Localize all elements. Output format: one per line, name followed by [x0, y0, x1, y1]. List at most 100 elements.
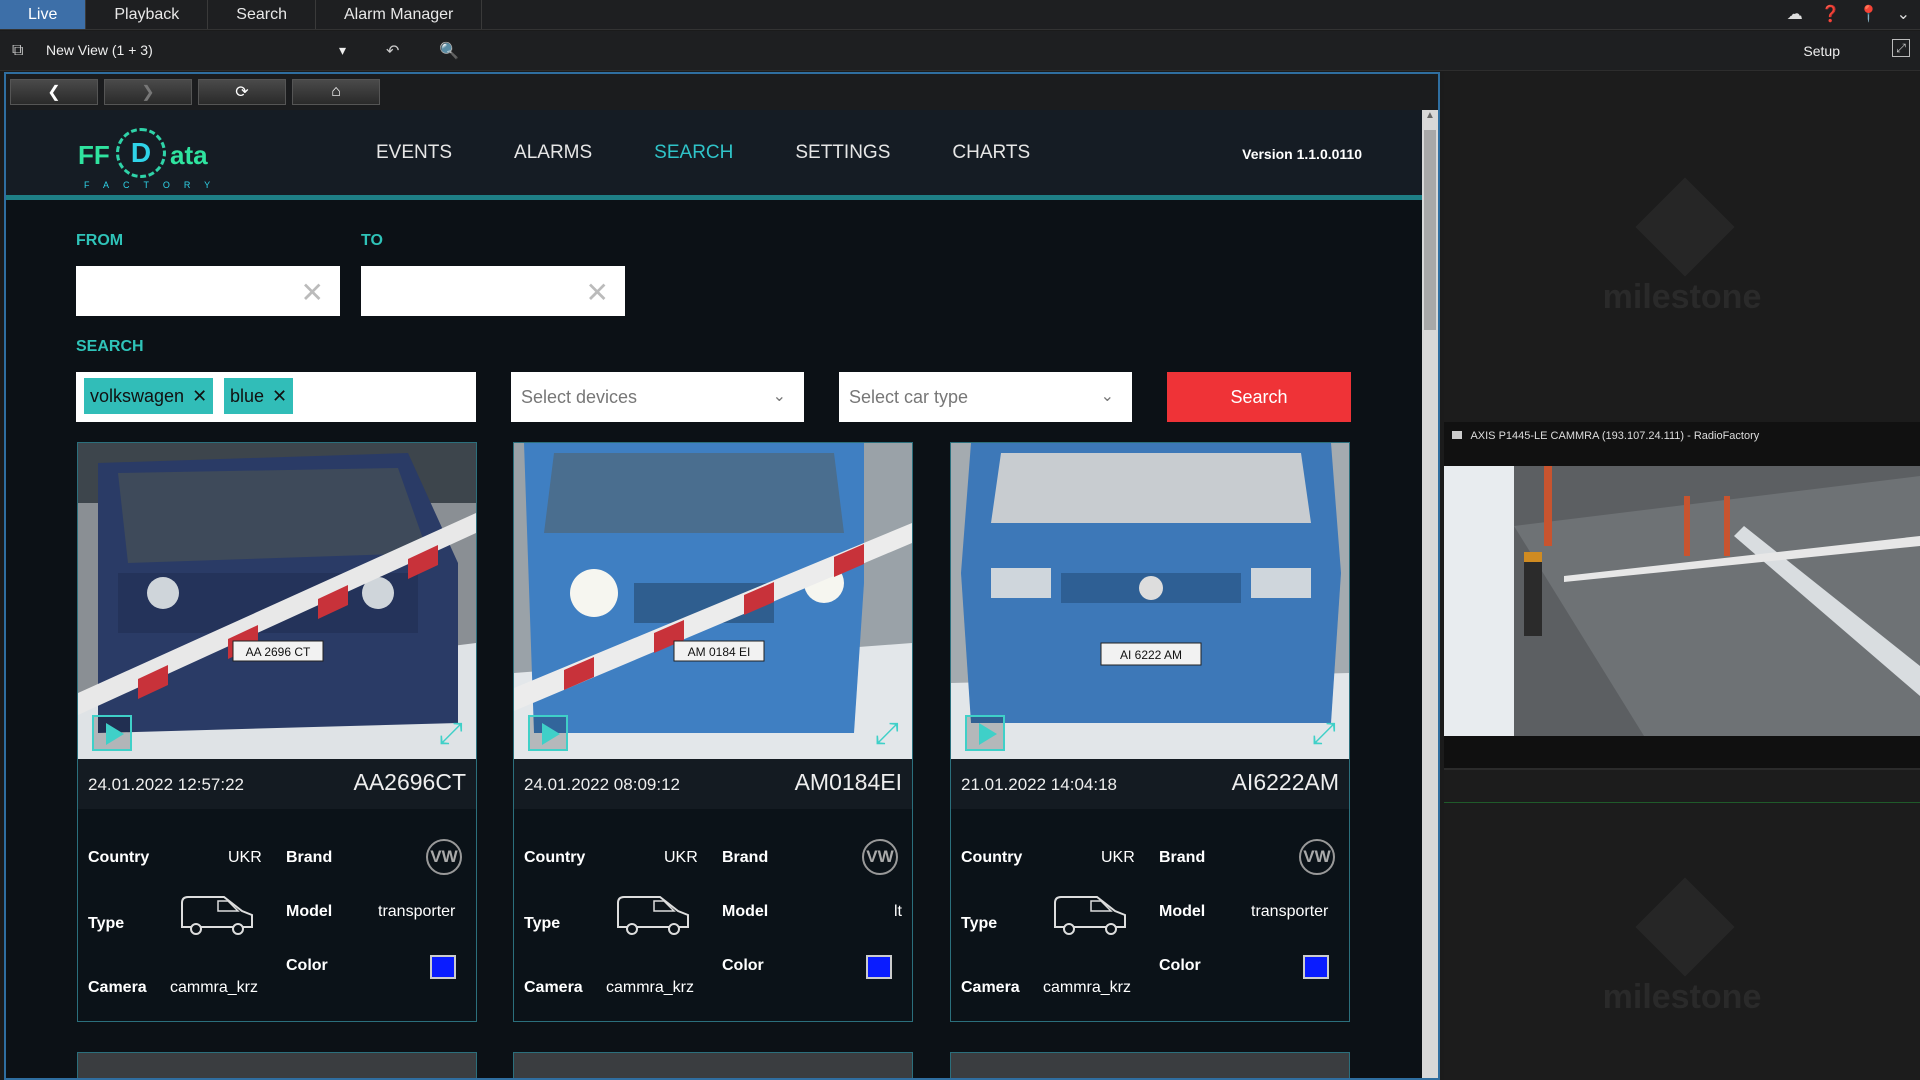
menu-events[interactable]: EVENTS	[376, 142, 452, 164]
brand-logo-icon: VW	[862, 839, 898, 875]
type-label: Type	[88, 915, 125, 932]
view-name: New View (1 + 3)	[46, 42, 153, 58]
version-label: Version 1.1.0.0110	[1242, 146, 1362, 162]
photo-plate-text: AA 2696 CT	[246, 645, 311, 659]
undo-icon[interactable]: ↶	[386, 41, 399, 61]
chevron-down-icon[interactable]: ⌄	[1897, 4, 1910, 24]
camera-title-bar[interactable]: AXIS P1445-LE CAMMRA (193.107.24.111) - …	[1444, 422, 1920, 466]
result-card-partial[interactable]	[513, 1052, 913, 1078]
setup-button[interactable]: Setup	[1803, 43, 1840, 59]
maximize-icon[interactable]: ⤢	[1892, 39, 1910, 57]
camera-label: Camera	[524, 979, 583, 996]
chevron-down-icon: ⌄	[772, 388, 786, 405]
expand-icon[interactable]: ⤢	[1307, 719, 1341, 753]
country-value: UKR	[664, 849, 698, 866]
play-icon[interactable]	[92, 715, 132, 751]
vehicle-photo[interactable]: AM 0184 EI ⤢	[514, 443, 912, 759]
chevron-down-icon: ▾	[338, 42, 346, 58]
color-label: Color	[286, 957, 328, 974]
tag-label: blue	[230, 385, 265, 406]
photo-plate-text: AI 6222 AM	[1120, 648, 1182, 662]
result-card[interactable]: AI 6222 AM ⤢ 21.01.2022 14:04:18 AI6222A…	[950, 442, 1350, 1022]
tab-alarm-manager[interactable]: Alarm Manager	[316, 0, 483, 29]
chevron-right-icon: ❯	[141, 84, 155, 101]
van-icon	[617, 896, 689, 935]
vehicle-photo[interactable]: AI 6222 AM ⤢	[951, 443, 1349, 759]
car-type-select[interactable]: Select car type ⌄	[839, 372, 1132, 422]
scroll-thumb[interactable]	[1424, 130, 1436, 330]
camera-view-footer	[1444, 736, 1920, 770]
timestamp: 24.01.2022 08:09:12	[524, 775, 680, 794]
help-icon[interactable]: ❓	[1821, 4, 1841, 24]
ffdata-logo[interactable]: FF D ata FACTORY	[78, 118, 218, 190]
model-label: Model	[1159, 903, 1206, 920]
tab-live[interactable]: Live	[0, 0, 87, 29]
brand-label: Brand	[286, 849, 333, 866]
country-label: Country	[961, 849, 1023, 866]
chevron-down-icon: ⌄	[1100, 388, 1114, 405]
model-value: transporter	[1251, 903, 1329, 920]
result-card[interactable]: AA 2696 CT ⤢ 24.01.2022 12:57:22 AA2696C…	[77, 442, 477, 1022]
scroll-up-icon[interactable]: ▲	[1422, 110, 1438, 126]
menu-search[interactable]: SEARCH	[654, 142, 733, 164]
play-icon[interactable]	[965, 715, 1005, 751]
card-meta: 24.01.2022 08:09:12 AM0184EI	[514, 759, 912, 809]
card-meta: 21.01.2022 14:04:18 AI6222AM	[951, 759, 1349, 809]
clear-icon[interactable]: ✕	[586, 276, 609, 309]
search-tag[interactable]: volkswagen ✕	[84, 378, 214, 414]
model-value: transporter	[378, 903, 456, 920]
brand-label: Brand	[1159, 849, 1206, 866]
menu-settings[interactable]: SETTINGS	[795, 142, 890, 164]
vehicle-photo[interactable]: AA 2696 CT ⤢	[78, 443, 476, 759]
camera-icon	[1452, 431, 1462, 439]
browser-nav: ❮ ❯ ⟳ ⌂	[6, 74, 1438, 110]
result-card-partial[interactable]	[77, 1052, 477, 1078]
model-label: Model	[286, 903, 333, 920]
clear-icon[interactable]: ✕	[301, 276, 324, 309]
search-tag[interactable]: blue ✕	[224, 378, 294, 414]
country-value: UKR	[1101, 849, 1135, 866]
camera-live-view[interactable]	[1444, 466, 1920, 736]
forward-button[interactable]: ❯	[104, 79, 192, 105]
type-label: Type	[524, 915, 561, 932]
expand-icon[interactable]: ⤢	[870, 719, 904, 753]
ffdata-app: FF D ata FACTORY EVENTS ALARMS SEARCH SE…	[6, 110, 1424, 1078]
zoom-view-icon[interactable]: 🔍	[439, 41, 459, 61]
search-tags-input[interactable]: volkswagen ✕ blue ✕	[76, 372, 476, 422]
from-label: FROM	[76, 232, 124, 249]
devices-placeholder: Select devices	[521, 386, 638, 407]
panel-toggle-icon[interactable]: ⧉	[12, 42, 36, 60]
camera-value: cammra_krz	[606, 979, 695, 996]
logo-ata: ata	[170, 140, 208, 170]
color-label: Color	[722, 957, 764, 974]
menu-alarms[interactable]: ALARMS	[514, 142, 592, 164]
pin-icon[interactable]: 📍	[1859, 4, 1879, 24]
refresh-icon: ⟳	[235, 84, 249, 101]
van-icon	[181, 896, 253, 935]
home-button[interactable]: ⌂	[292, 79, 380, 105]
network-icon[interactable]: ☁	[1787, 4, 1803, 24]
from-date-input[interactable]: ✕	[76, 266, 340, 316]
remove-tag-icon[interactable]: ✕	[272, 386, 287, 407]
main-menu: EVENTS ALARMS SEARCH SETTINGS CHARTS	[376, 142, 1092, 164]
photo-plate-text: AM 0184 EI	[688, 645, 751, 659]
tab-playback[interactable]: Playback	[86, 0, 209, 29]
top-tab-bar: Live Playback Search Alarm Manager ☁ ❓ 📍…	[0, 0, 1920, 30]
view-selector[interactable]: New View (1 + 3) ▾	[46, 42, 346, 59]
logo-ff: FF	[78, 140, 110, 170]
refresh-button[interactable]: ⟳	[198, 79, 286, 105]
result-card-partial[interactable]	[950, 1052, 1350, 1078]
remove-tag-icon[interactable]: ✕	[192, 386, 207, 407]
search-button[interactable]: Search	[1167, 372, 1351, 422]
tab-search[interactable]: Search	[208, 0, 316, 29]
back-button[interactable]: ❮	[10, 79, 98, 105]
to-date-input[interactable]: ✕	[361, 266, 625, 316]
vertical-scrollbar[interactable]: ▲	[1422, 110, 1438, 1078]
result-card[interactable]: AM 0184 EI ⤢ 24.01.2022 08:09:12 AM0184E…	[513, 442, 913, 1022]
expand-icon[interactable]: ⤢	[434, 719, 468, 753]
color-swatch	[430, 955, 456, 979]
devices-select[interactable]: Select devices ⌄	[511, 372, 804, 422]
menu-charts[interactable]: CHARTS	[952, 142, 1030, 164]
van-icon	[1054, 896, 1126, 935]
play-icon[interactable]	[528, 715, 568, 751]
